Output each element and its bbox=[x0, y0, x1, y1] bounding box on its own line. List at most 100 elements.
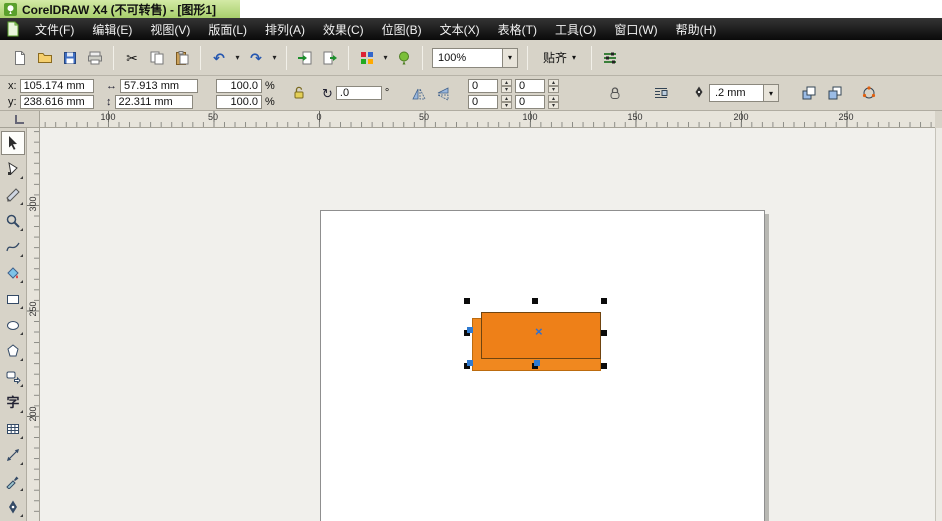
undo-button[interactable]: ↶ bbox=[207, 46, 231, 70]
round-corners-together-lock-button[interactable] bbox=[604, 82, 626, 104]
application-launcher-dropdown[interactable]: ▾ bbox=[380, 46, 391, 70]
outline-width-combobox[interactable]: .2 mm ▾ bbox=[709, 84, 779, 102]
to-front-button[interactable] bbox=[798, 82, 820, 104]
dimension-tool[interactable] bbox=[1, 443, 25, 467]
node-handle-bottom-center[interactable] bbox=[534, 360, 540, 366]
import-button[interactable] bbox=[293, 46, 317, 70]
spin-up-icon[interactable]: ▴ bbox=[501, 79, 512, 86]
corner-radius-bottom-right-spinner[interactable]: ▴▾ bbox=[548, 95, 559, 109]
copy-button[interactable] bbox=[145, 46, 169, 70]
selection-handle-middle-right[interactable] bbox=[601, 330, 607, 336]
selection-handle-bottom-right[interactable] bbox=[601, 363, 607, 369]
polygon-tool[interactable] bbox=[1, 339, 25, 363]
object-height-field[interactable]: 22.311 mm bbox=[115, 95, 193, 109]
ruler-bar: 100 50 0 50 100 150 200 250 bbox=[0, 111, 942, 128]
shape-tool[interactable] bbox=[1, 157, 25, 181]
undo-dropdown[interactable]: ▾ bbox=[232, 46, 243, 70]
menu-item-help[interactable]: 帮助(H) bbox=[667, 18, 726, 40]
convert-to-curves-button[interactable] bbox=[858, 82, 880, 104]
table-tool[interactable] bbox=[1, 417, 25, 441]
chevron-down-icon[interactable]: ▾ bbox=[763, 85, 778, 101]
mirror-horizontal-button[interactable] bbox=[408, 83, 430, 105]
spin-up-icon[interactable]: ▴ bbox=[548, 79, 559, 86]
rotation-angle-field[interactable]: .0 bbox=[336, 86, 382, 100]
x-position-field[interactable]: 105.174 mm bbox=[20, 79, 94, 93]
node-handle-bottom-left[interactable] bbox=[467, 360, 473, 366]
toolbar-separator bbox=[348, 46, 349, 70]
zoom-level-combobox[interactable]: 100% ▾ bbox=[432, 48, 518, 68]
application-launcher-button[interactable] bbox=[355, 46, 379, 70]
eyedropper-tool[interactable] bbox=[1, 469, 25, 493]
print-button[interactable] bbox=[83, 46, 107, 70]
text-tool[interactable]: 字 bbox=[1, 391, 25, 415]
crop-tool[interactable] bbox=[1, 183, 25, 207]
menu-item-view[interactable]: 视图(V) bbox=[141, 18, 199, 40]
corner-radius-top-right-spinner[interactable]: ▴▾ bbox=[548, 79, 559, 93]
rectangle-tool[interactable] bbox=[1, 287, 25, 311]
menu-item-tools[interactable]: 工具(O) bbox=[546, 18, 605, 40]
snap-to-dropdown[interactable]: 贴齐 ▾ bbox=[534, 46, 585, 70]
document-icon[interactable] bbox=[0, 18, 26, 40]
y-position-field[interactable]: 238.616 mm bbox=[20, 95, 94, 109]
chevron-down-icon[interactable]: ▾ bbox=[502, 49, 517, 67]
spin-up-icon[interactable]: ▴ bbox=[501, 95, 512, 102]
menu-item-effects[interactable]: 效果(C) bbox=[314, 18, 373, 40]
corner-radius-bottom-right-field[interactable]: 0 bbox=[515, 95, 545, 109]
spin-down-icon[interactable]: ▾ bbox=[548, 102, 559, 109]
object-width-field[interactable]: 57.913 mm bbox=[120, 79, 198, 93]
welcome-screen-button[interactable] bbox=[392, 46, 416, 70]
new-button[interactable] bbox=[8, 46, 32, 70]
corner-radius-top-left-spinner[interactable]: ▴▾ bbox=[501, 79, 512, 93]
options-button[interactable] bbox=[598, 46, 622, 70]
shape-arrow-icon bbox=[5, 161, 21, 177]
menu-item-edit[interactable]: 编辑(E) bbox=[83, 18, 141, 40]
menu-item-table[interactable]: 表格(T) bbox=[489, 18, 546, 40]
open-button[interactable] bbox=[33, 46, 57, 70]
corner-radius-top-left-field[interactable]: 0 bbox=[468, 79, 498, 93]
menu-item-bitmaps[interactable]: 位图(B) bbox=[373, 18, 431, 40]
wrap-paragraph-text-button[interactable] bbox=[650, 82, 672, 104]
ellipse-tool[interactable] bbox=[1, 313, 25, 337]
smart-fill-tool[interactable] bbox=[1, 261, 25, 285]
menu-item-window[interactable]: 窗口(W) bbox=[605, 18, 666, 40]
corner-radius-top-right-field[interactable]: 0 bbox=[515, 79, 545, 93]
corner-radius-bottom-left-spinner[interactable]: ▴▾ bbox=[501, 95, 512, 109]
scale-horizontal-field[interactable]: 100.0 bbox=[216, 79, 262, 93]
menu-item-arrange[interactable]: 排列(A) bbox=[256, 18, 314, 40]
spin-down-icon[interactable]: ▾ bbox=[501, 102, 512, 109]
menu-item-layout[interactable]: 版面(L) bbox=[199, 18, 256, 40]
redo-button[interactable]: ↷ bbox=[244, 46, 268, 70]
menu-item-file[interactable]: 文件(F) bbox=[26, 18, 83, 40]
mirror-vertical-button[interactable] bbox=[432, 83, 454, 105]
freehand-tool[interactable] bbox=[1, 235, 25, 259]
paste-button[interactable] bbox=[170, 46, 194, 70]
canvas[interactable]: × bbox=[40, 128, 935, 521]
spin-down-icon[interactable]: ▾ bbox=[501, 86, 512, 93]
outline-tool[interactable] bbox=[1, 495, 25, 519]
vertical-scrollbar[interactable] bbox=[935, 128, 942, 521]
selection-handle-top-center[interactable] bbox=[532, 298, 538, 304]
export-button[interactable] bbox=[318, 46, 342, 70]
to-back-button[interactable] bbox=[824, 82, 846, 104]
selection-handle-top-left[interactable] bbox=[464, 298, 470, 304]
menu-item-text[interactable]: 文本(X) bbox=[431, 18, 489, 40]
corner-radius-bottom-left-field[interactable]: 0 bbox=[468, 95, 498, 109]
selection-handle-top-right[interactable] bbox=[601, 298, 607, 304]
y-position-label: y: bbox=[8, 96, 17, 108]
spin-down-icon[interactable]: ▾ bbox=[548, 86, 559, 93]
ruler-origin[interactable] bbox=[0, 111, 40, 128]
redo-dropdown[interactable]: ▾ bbox=[269, 46, 280, 70]
save-button[interactable] bbox=[58, 46, 82, 70]
vertical-ruler[interactable]: 300 250 200 bbox=[27, 128, 40, 521]
scale-vertical-field[interactable]: 100.0 bbox=[216, 95, 262, 109]
pick-tool[interactable] bbox=[1, 131, 25, 155]
spin-up-icon[interactable]: ▴ bbox=[548, 95, 559, 102]
selection-center-mark[interactable]: × bbox=[535, 325, 543, 338]
horizontal-ruler[interactable]: 100 50 0 50 100 150 200 250 bbox=[40, 111, 935, 128]
nonproportional-scaling-lock-button[interactable] bbox=[288, 82, 310, 104]
node-handle-left[interactable] bbox=[467, 327, 473, 333]
cut-button[interactable]: ✂ bbox=[120, 46, 144, 70]
basic-shapes-tool[interactable] bbox=[1, 365, 25, 389]
outline-pen-icon bbox=[692, 85, 706, 101]
zoom-tool[interactable] bbox=[1, 209, 25, 233]
